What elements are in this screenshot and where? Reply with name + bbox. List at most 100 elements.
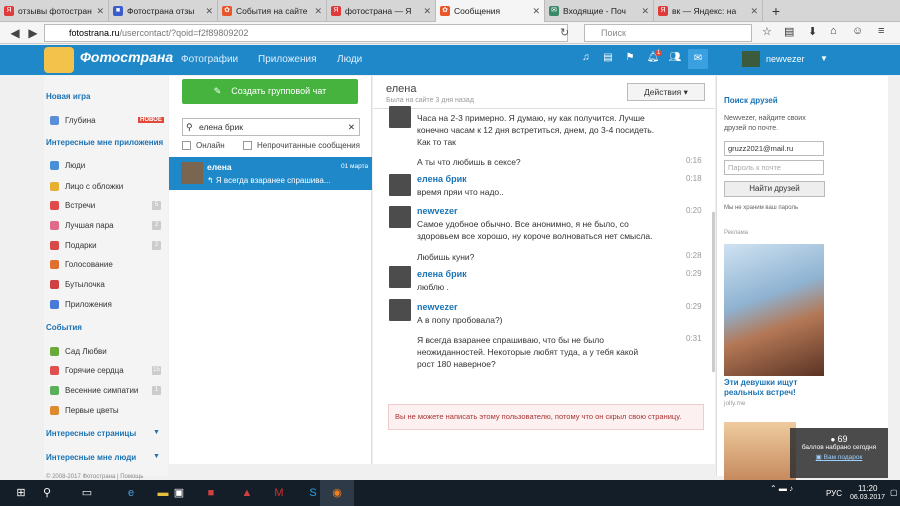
search-icon[interactable]: ⚲ <box>30 480 64 506</box>
sidebar-item[interactable]: Весенние симпатии <box>50 386 138 395</box>
sidebar-item[interactable]: Встречи <box>50 201 95 210</box>
browser-search-input[interactable]: Поиск <box>584 24 752 42</box>
tray-icons[interactable]: ⌃ ▬ ♪ <box>770 484 793 493</box>
pdf-icon[interactable]: ▲ <box>230 480 264 506</box>
scrollbar[interactable] <box>712 212 715 372</box>
message-author[interactable]: newvezer <box>417 206 458 216</box>
message-author[interactable]: елена брик <box>417 174 467 184</box>
input-language[interactable]: РУС <box>826 489 842 498</box>
ad-image[interactable] <box>724 422 796 480</box>
new-tab-button[interactable]: + <box>763 0 789 22</box>
browser-tab[interactable]: ✉ Входящие - Поч ✕ <box>545 0 654 22</box>
sidebar-item[interactable]: Люди <box>50 161 85 170</box>
ad-title[interactable]: Эти девушки ищут реальных встреч! <box>724 378 824 398</box>
smiley-icon[interactable]: ☺ <box>852 25 863 37</box>
message-author[interactable]: newvezer <box>417 302 458 312</box>
message-time: 0:31 <box>686 334 702 343</box>
sidebar-item[interactable]: Горячие сердца <box>50 366 124 375</box>
email-field[interactable]: gruzz2021@mail.ru <box>724 141 824 156</box>
close-icon[interactable]: ✕ <box>423 6 431 17</box>
edge-icon[interactable]: e <box>114 480 148 506</box>
browser-tab[interactable]: ■ Фотострана отзы ✕ <box>109 0 218 22</box>
close-icon[interactable]: ✕ <box>750 6 758 17</box>
nav-people[interactable]: Люди <box>337 54 362 65</box>
message-time: 0:28 <box>686 251 702 260</box>
online-filter-checkbox[interactable]: Онлайн <box>182 141 225 150</box>
message-avatar[interactable] <box>389 174 411 196</box>
browser-tab[interactable]: Яотзывы фотостран ✕ <box>0 0 109 22</box>
chevron-down-icon[interactable]: ▼ <box>153 453 160 460</box>
avatar[interactable] <box>742 51 760 67</box>
find-friends-button[interactable]: Найти друзей <box>724 181 825 197</box>
menu-icon[interactable]: ≡ <box>878 25 884 37</box>
sidebar-section-title[interactable]: Интересные мне люди <box>46 453 136 462</box>
notifications-icon[interactable]: ▢ <box>890 488 898 497</box>
chevron-down-icon[interactable]: ▼ <box>820 54 828 63</box>
browser-tab[interactable]: Яфотострана — Я ✕ <box>327 0 436 22</box>
messages-icon[interactable]: ✉ <box>688 49 708 69</box>
download-icon[interactable]: ⬇ <box>808 25 817 38</box>
forward-icon[interactable]: ▶ <box>24 26 42 40</box>
sidebar-item[interactable]: Сад Любви <box>50 347 107 356</box>
app-red-icon[interactable]: ■ <box>194 480 228 506</box>
friends-icon[interactable]: 👥︎ <box>668 52 682 66</box>
chat-search-input[interactable]: ⚲ елена брик ✕ <box>182 118 360 136</box>
message-avatar[interactable] <box>389 299 411 321</box>
tab-favicon-icon: ✿ <box>222 6 232 16</box>
reload-icon[interactable]: ↻ <box>560 26 569 39</box>
address-bar[interactable]: fotostrana.ru/usercontact/?qoid=f2f89809… <box>44 24 568 42</box>
actions-dropdown[interactable]: Действия ▾ <box>627 83 705 101</box>
sidebar-item[interactable]: Лучшая пара <box>50 221 114 230</box>
store-icon[interactable]: ▣ <box>162 480 196 506</box>
message-avatar[interactable] <box>389 266 411 288</box>
task-view-icon[interactable]: ▭ <box>70 480 104 506</box>
nav-apps[interactable]: Приложения <box>258 54 317 65</box>
message-avatar[interactable] <box>389 106 411 128</box>
sidebar-item[interactable]: Приложения <box>50 300 112 309</box>
chevron-down-icon: ▾ <box>683 87 688 97</box>
message-avatar[interactable] <box>389 206 411 228</box>
back-icon[interactable]: ◀ <box>6 26 24 40</box>
sidebar-item-label: Встречи <box>65 201 96 210</box>
sidebar-item[interactable]: Голосование <box>50 260 113 269</box>
password-field[interactable]: Пароль к почте <box>724 160 824 175</box>
gift-link[interactable]: ▣ Вам подарок <box>790 453 888 461</box>
sidebar-item[interactable]: Глубина <box>50 116 96 125</box>
news-icon[interactable]: ▤ <box>601 52 615 66</box>
sidebar-item[interactable]: Бутылочка <box>50 280 105 289</box>
sidebar-item[interactable]: Первые цветы <box>50 406 119 415</box>
mcafee-icon[interactable]: M <box>262 480 296 506</box>
browser-tab[interactable]: ✿ Сообщения ✕ <box>436 0 545 22</box>
close-icon[interactable]: ✕ <box>205 6 213 17</box>
score-widget[interactable]: ● 69 баллов набрано сегодня ▣ Вам подаро… <box>790 428 888 478</box>
sidebar-item[interactable]: Подарки <box>50 241 97 250</box>
ad-image[interactable] <box>724 244 824 376</box>
clock-time[interactable]: 11:20 <box>858 484 877 493</box>
close-icon[interactable]: ✕ <box>532 6 540 17</box>
message-author[interactable]: елена брик <box>417 269 467 279</box>
close-icon[interactable]: ✕ <box>314 6 322 17</box>
close-icon[interactable]: ✕ <box>96 6 104 17</box>
browser-tab[interactable]: ✿ События на сайте ✕ <box>218 0 327 22</box>
find-friends-title: Поиск друзей <box>724 96 778 105</box>
music-icon[interactable]: ♫ <box>579 52 593 66</box>
browser-tab[interactable]: Явк — Яндекс: на ✕ <box>654 0 763 22</box>
chat-list-item[interactable]: елена 01 марта ↰ Я всегда взаранее спраш… <box>169 157 372 190</box>
clear-search-icon[interactable]: ✕ <box>348 119 355 135</box>
nav-photos[interactable]: Фотографии <box>181 54 238 65</box>
sidebar-item[interactable]: Лицо с обложки <box>50 182 123 191</box>
chat-preview: ↰ Я всегда взаранее спрашива... <box>207 176 331 185</box>
unread-filter-checkbox[interactable]: Непрочитанные сообщения <box>243 141 360 150</box>
username[interactable]: newvezer <box>766 54 805 64</box>
reading-list-icon[interactable]: ▤ <box>784 25 794 38</box>
chevron-down-icon[interactable]: ▼ <box>153 429 160 436</box>
sidebar-section-title[interactable]: Интересные страницы <box>46 429 136 438</box>
home-icon[interactable]: ⌂ <box>830 25 837 37</box>
firefox-icon[interactable]: ◉ <box>320 480 354 506</box>
bookmark-star-icon[interactable]: ☆ <box>762 25 772 38</box>
site-logo[interactable]: Фотострана <box>80 49 173 65</box>
events-icon[interactable]: ⚑ <box>623 52 637 66</box>
create-group-chat-button[interactable]: ✎ Создать групповой чат <box>182 79 358 104</box>
clock-date[interactable]: 06.03.2017 <box>850 494 885 501</box>
close-icon[interactable]: ✕ <box>641 6 649 17</box>
